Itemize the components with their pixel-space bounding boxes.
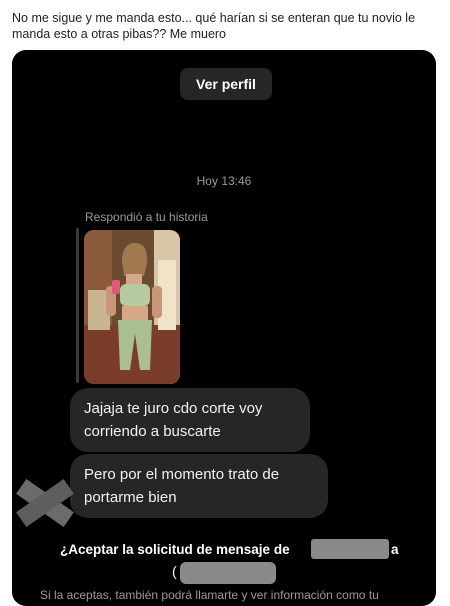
message-bubble: Pero por el momento trato de portarme bi… <box>70 454 328 518</box>
story-photo[interactable] <box>84 230 180 384</box>
chat-screenshot: Ver perfil Hoy 13:46 Respondió a tu hist… <box>12 50 436 606</box>
post-caption: No me sigue y me manda esto... qué haría… <box>12 11 416 41</box>
message-timestamp: Hoy 13:46 <box>196 174 252 188</box>
cropped-top-text <box>132 50 302 54</box>
x-mark-icon <box>12 470 78 536</box>
request-title-end: a <box>391 542 399 557</box>
story-reply-label: Respondió a tu historia <box>85 210 208 224</box>
request-paren: ( <box>172 563 177 579</box>
redacted-name <box>180 562 276 584</box>
view-profile-button[interactable]: Ver perfil <box>180 68 272 100</box>
message-bubble: Jajaja te juro cdo corte voy corriendo a… <box>70 388 310 452</box>
redacted-username <box>311 539 389 559</box>
request-title: ¿Aceptar la solicitud de mensaje de <box>60 542 290 557</box>
story-reply-bar <box>76 228 79 383</box>
